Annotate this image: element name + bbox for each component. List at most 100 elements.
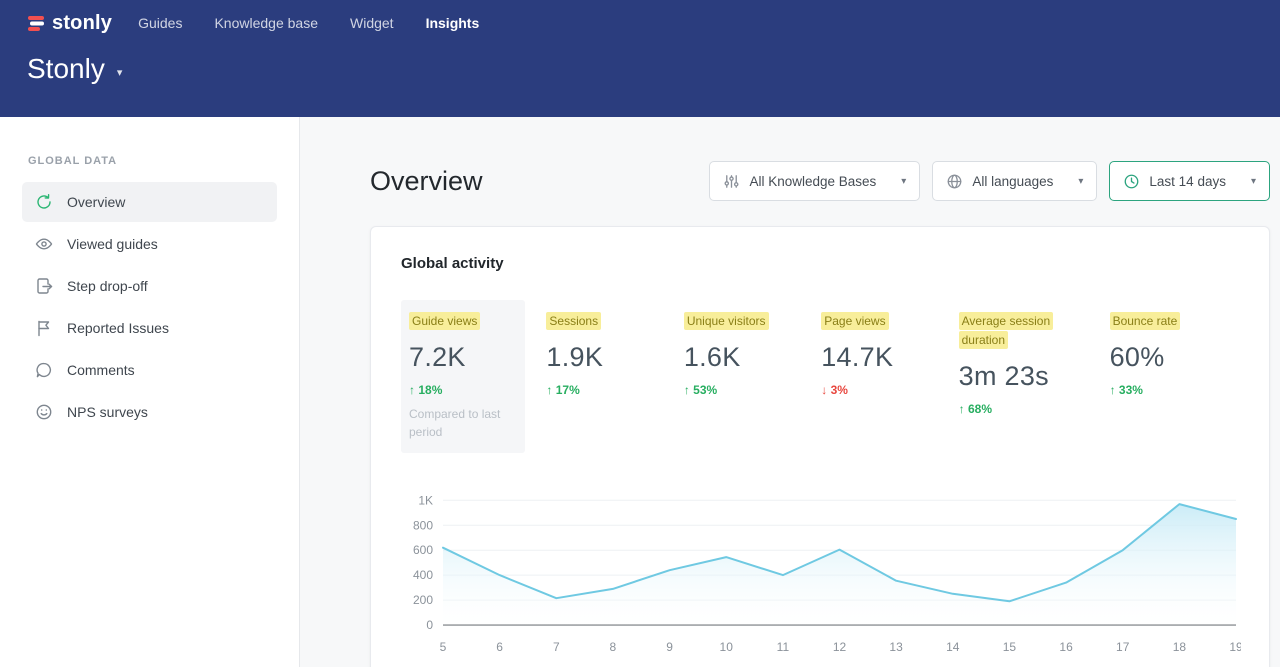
stat-average-session-duration[interactable]: Average session duration 3m 23s ↑ 68%: [951, 300, 1089, 428]
chevron-down-icon: ▾: [117, 60, 123, 79]
arrow-down-icon: ↓: [821, 383, 827, 397]
filters-bar: All Knowledge Bases ▾ All languages ▾ La…: [709, 161, 1270, 201]
step-dropoff-icon: [35, 277, 53, 295]
svg-text:5: 5: [440, 640, 447, 654]
chevron-down-icon: ▾: [901, 176, 906, 187]
smiley-icon: [35, 403, 53, 421]
logo-text: stonly: [52, 12, 112, 35]
svg-text:16: 16: [1059, 640, 1073, 654]
date-range-filter[interactable]: Last 14 days ▾: [1109, 161, 1270, 201]
stat-value: 1.6K: [684, 342, 792, 373]
eye-icon: [35, 235, 53, 253]
svg-text:14: 14: [946, 640, 960, 654]
svg-text:17: 17: [1116, 640, 1130, 654]
chevron-down-icon: ▾: [1251, 176, 1256, 187]
nav-top-row: stonly Guides Knowledge base Widget Insi…: [27, 0, 1280, 36]
stat-sessions[interactable]: Sessions 1.9K ↑ 17%: [538, 300, 662, 409]
comment-icon: [35, 361, 53, 379]
stat-delta: 53%: [693, 383, 717, 397]
svg-text:200: 200: [413, 593, 433, 607]
flag-icon: [35, 319, 53, 337]
sidebar-item-label: Reported Issues: [67, 320, 169, 336]
sidebar-item-label: Viewed guides: [67, 236, 158, 252]
sync-icon: [35, 193, 53, 211]
stat-label: Sessions: [546, 312, 601, 330]
sidebar-section-title: GLOBAL DATA: [28, 155, 299, 167]
stat-bounce-rate[interactable]: Bounce rate 60% ↑ 33%: [1102, 300, 1226, 409]
workspace-title: Stonly: [27, 53, 105, 85]
stat-label: Page views: [821, 312, 888, 330]
stat-delta: 3%: [831, 383, 848, 397]
svg-text:13: 13: [889, 640, 903, 654]
languages-filter[interactable]: All languages ▾: [932, 161, 1097, 201]
svg-text:1K: 1K: [418, 493, 433, 507]
stats-row: Guide views 7.2K ↑ 18% Compared to last …: [401, 300, 1239, 453]
filter-label: Last 14 days: [1149, 174, 1226, 189]
stat-note: Compared to last period: [409, 405, 517, 441]
stat-value: 7.2K: [409, 342, 517, 373]
svg-text:18: 18: [1173, 640, 1187, 654]
sidebar-item-label: Comments: [67, 362, 135, 378]
sidebar-item-nps-surveys[interactable]: NPS surveys: [22, 392, 277, 432]
svg-text:0: 0: [426, 618, 433, 632]
svg-text:600: 600: [413, 543, 433, 557]
stat-page-views[interactable]: Page views 14.7K ↓ 3%: [813, 300, 937, 409]
stat-label: Guide views: [409, 312, 480, 330]
svg-text:6: 6: [496, 640, 503, 654]
stat-unique-visitors[interactable]: Unique visitors 1.6K ↑ 53%: [676, 300, 800, 409]
stat-label: Bounce rate: [1110, 312, 1181, 330]
main-content: Overview All Knowledge Bases ▾ All langu…: [300, 117, 1280, 667]
chevron-down-icon: ▾: [1078, 176, 1083, 187]
svg-text:9: 9: [666, 640, 673, 654]
stat-value: 14.7K: [821, 342, 929, 373]
svg-text:15: 15: [1003, 640, 1017, 654]
nav-item-widget[interactable]: Widget: [350, 15, 394, 31]
stat-delta: 33%: [1119, 383, 1143, 397]
card-title: Global activity: [401, 255, 1239, 272]
svg-text:10: 10: [720, 640, 734, 654]
sidebar: GLOBAL DATA Overview Viewed guides Step …: [0, 117, 300, 667]
stat-label: Unique visitors: [684, 312, 769, 330]
filter-label: All Knowledge Bases: [749, 174, 876, 189]
sidebar-item-overview[interactable]: Overview: [22, 182, 277, 222]
stat-guide-views[interactable]: Guide views 7.2K ↑ 18% Compared to last …: [401, 300, 525, 453]
arrow-up-icon: ↑: [546, 383, 552, 397]
arrow-up-icon: ↑: [959, 402, 965, 416]
activity-chart: 02004006008001K5678910111213141516171819: [401, 479, 1239, 667]
nav-item-knowledge-base[interactable]: Knowledge base: [214, 15, 318, 31]
svg-text:12: 12: [833, 640, 847, 654]
sidebar-item-label: NPS surveys: [67, 404, 148, 420]
page-title: Overview: [370, 166, 483, 197]
sidebar-item-label: Overview: [67, 194, 125, 210]
svg-text:7: 7: [553, 640, 560, 654]
knowledge-bases-filter[interactable]: All Knowledge Bases ▾: [709, 161, 920, 201]
filter-label: All languages: [972, 174, 1053, 189]
sidebar-item-step-drop-off[interactable]: Step drop-off: [22, 266, 277, 306]
svg-text:800: 800: [413, 518, 433, 532]
sidebar-item-reported-issues[interactable]: Reported Issues: [22, 308, 277, 348]
nav-item-insights[interactable]: Insights: [426, 15, 480, 31]
stat-label: Average session duration: [959, 312, 1054, 349]
svg-text:19: 19: [1229, 640, 1241, 654]
stat-value: 3m 23s: [959, 361, 1081, 392]
global-activity-card: Global activity Guide views 7.2K ↑ 18% C…: [370, 226, 1270, 667]
sidebar-item-viewed-guides[interactable]: Viewed guides: [22, 224, 277, 264]
stat-value: 1.9K: [546, 342, 654, 373]
workspace-selector[interactable]: Stonly ▾: [27, 53, 1280, 85]
stonly-logo-icon: [27, 14, 45, 32]
sidebar-item-comments[interactable]: Comments: [22, 350, 277, 390]
stat-delta: 68%: [968, 402, 992, 416]
stat-delta: 17%: [556, 383, 580, 397]
svg-text:400: 400: [413, 568, 433, 582]
primary-nav: Guides Knowledge base Widget Insights: [138, 15, 479, 31]
svg-text:11: 11: [777, 640, 790, 654]
sliders-icon: [723, 173, 740, 190]
stat-value: 60%: [1110, 342, 1218, 373]
stonly-logo[interactable]: stonly: [27, 12, 112, 35]
sidebar-item-label: Step drop-off: [67, 278, 148, 294]
nav-item-guides[interactable]: Guides: [138, 15, 182, 31]
arrow-up-icon: ↑: [409, 383, 415, 397]
stat-delta: 18%: [418, 383, 442, 397]
clock-icon: [1123, 173, 1140, 190]
top-navbar: stonly Guides Knowledge base Widget Insi…: [0, 0, 1280, 117]
